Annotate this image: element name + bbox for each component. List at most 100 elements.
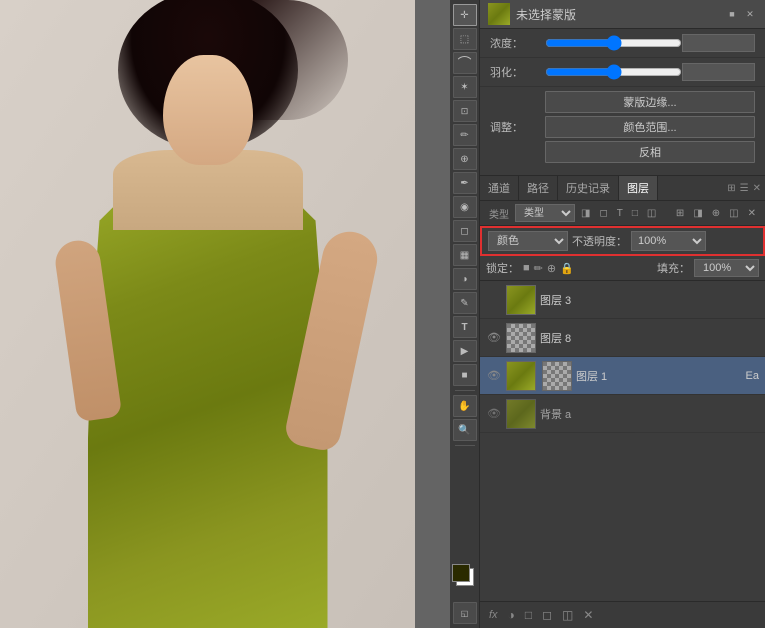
layer-bottom-adjust[interactable]: □ — [522, 606, 535, 624]
foreground-color-swatch[interactable] — [452, 564, 470, 582]
layer-eye-3[interactable]: 👁 — [486, 292, 502, 308]
lock-icon-checker[interactable]: ■ — [523, 262, 530, 274]
adjust-buttons: 蒙版边缘... 颜色范围... 反相 — [545, 91, 755, 163]
layer-eye-1[interactable]: 👁 — [486, 368, 502, 384]
tab-channels[interactable]: 通道 — [480, 176, 519, 200]
layer-bottom-fx[interactable]: fx — [486, 607, 501, 623]
filter-icon-shape[interactable]: □ — [629, 207, 641, 220]
tool-crop[interactable]: ⊡ — [453, 100, 477, 122]
layer-thumb-1b — [542, 361, 572, 391]
layer-thumb-1 — [506, 361, 536, 391]
tool-move[interactable]: ✛ — [453, 4, 477, 26]
properties-section: 未选择蒙版 ■ ✕ 浓度： 羽化： 调整： 蒙版边缘... 颜色范围... — [480, 0, 765, 167]
feather-input[interactable] — [682, 63, 755, 81]
layer-item-8[interactable]: 👁 图层 8 — [480, 319, 765, 357]
tool-pen[interactable]: ✎ — [453, 292, 477, 314]
layer-thumb-transparent-1b — [543, 362, 571, 390]
lock-label: 锁定： — [486, 260, 519, 276]
spacer — [480, 167, 765, 175]
invert-button[interactable]: 反相 — [545, 141, 755, 163]
filter-icon-smart[interactable]: ◫ — [644, 207, 659, 220]
layer-name-3: 图层 3 — [540, 292, 759, 308]
tool-marquee[interactable]: ⬚ — [453, 28, 477, 50]
lock-icon-brush[interactable]: ✏ — [534, 262, 543, 275]
layer-bottom-mask[interactable]: ◑ — [505, 606, 518, 624]
layer-name-bg: 背景 a — [540, 406, 759, 422]
tool-gradient[interactable]: ▦ — [453, 244, 477, 266]
tool-eyedropper[interactable]: ✏ — [453, 124, 477, 146]
prop-header-title: 未选择蒙版 — [488, 3, 576, 25]
mask-edge-button[interactable]: 蒙版边缘... — [545, 91, 755, 113]
left-toolbar: ✛ ⬚ ⌒ ✶ ⊡ ✏ ⊕ ✒ ◉ ◻ ▦ ◑ ✎ T ▶ ■ ✋ 🔍 ◱ — [450, 0, 480, 628]
layer-top-icon-delete[interactable]: ✕ — [745, 207, 759, 220]
opacity-label: 不透明度： — [572, 233, 627, 249]
fill-label: 填充： — [657, 260, 690, 276]
layer-top-icon-4[interactable]: ◫ — [726, 207, 741, 220]
lock-icon-move[interactable]: ⊕ — [547, 262, 556, 275]
concentration-input[interactable] — [682, 34, 755, 52]
prop-header-icons: ■ ✕ — [725, 7, 757, 21]
filter-icon-pixel[interactable]: ◨ — [578, 207, 593, 220]
layer-extra-text: Ea — [746, 370, 759, 382]
tool-type[interactable]: T — [453, 316, 477, 338]
tool-path-select[interactable]: ▶ — [453, 340, 477, 362]
tool-lasso[interactable]: ⌒ — [453, 52, 477, 74]
tool-brush[interactable]: ✒ — [453, 172, 477, 194]
layer-top-icon-3[interactable]: ⊕ — [709, 207, 723, 220]
tool-quickmask[interactable]: ◱ — [453, 602, 477, 624]
layer-thumb-bg — [506, 399, 536, 429]
tab-icon-close[interactable]: ✕ — [753, 183, 761, 194]
color-range-button[interactable]: 颜色范围... — [545, 116, 755, 138]
layer-bottom-delete[interactable]: ✕ — [580, 606, 596, 624]
tool-stamp[interactable]: ◉ — [453, 196, 477, 218]
layer-name-1: 图层 1 — [576, 368, 742, 384]
layer-bottom-new[interactable]: ◫ — [559, 606, 576, 624]
tab-icon-menu[interactable]: ☰ — [740, 183, 749, 194]
fill-select[interactable]: 100% — [694, 259, 759, 277]
lock-icon-all[interactable]: 🔒 — [560, 262, 574, 275]
tool-dodge[interactable]: ◑ — [453, 268, 477, 290]
layer-thumb-bg-dress — [507, 400, 535, 428]
blend-mode-select[interactable]: 颜色 — [488, 231, 568, 251]
layers-filter-bar: 类型 类型 ◨ ◻ T □ ◫ ⊞ ◨ ⊕ ◫ ✕ — [480, 201, 765, 226]
tab-layers[interactable]: 图层 — [619, 176, 658, 200]
tool-zoom[interactable]: 🔍 — [453, 419, 477, 441]
opacity-select[interactable]: 100% — [631, 231, 706, 251]
toolbar-divider — [455, 390, 475, 391]
layers-top-right-icons: ⊞ ◨ ⊕ ◫ ✕ — [673, 207, 759, 220]
layer-item-3[interactable]: 👁 图层 3 — [480, 281, 765, 319]
prop-icon-close[interactable]: ✕ — [743, 7, 757, 21]
tool-heal[interactable]: ⊕ — [453, 148, 477, 170]
layer-item-1[interactable]: 👁 图层 1 Ea — [480, 357, 765, 395]
filter-type-select[interactable]: 类型 — [515, 204, 575, 222]
tool-hand[interactable]: ✋ — [453, 395, 477, 417]
layer-top-icon-1[interactable]: ⊞ — [673, 207, 687, 220]
filter-icon-type[interactable]: T — [614, 207, 626, 220]
layer-eye-8[interactable]: 👁 — [486, 330, 502, 346]
filter-icon-adjust[interactable]: ◻ — [596, 207, 610, 220]
tabs-row: 通道 路径 历史记录 图层 ⊞ ☰ ✕ — [480, 175, 765, 201]
feather-row: 羽化： — [480, 58, 765, 87]
tool-eraser[interactable]: ◻ — [453, 220, 477, 242]
tool-magic-wand[interactable]: ✶ — [453, 76, 477, 98]
layers-list: 👁 图层 3 👁 图层 8 👁 图层 1 Ea — [480, 281, 765, 601]
layer-bottom-group[interactable]: ◻ — [539, 606, 555, 624]
layer-thumb-combined-left — [507, 362, 535, 390]
feather-slider[interactable] — [545, 65, 682, 79]
layer-eye-bg[interactable]: 👁 — [486, 406, 502, 422]
tab-history[interactable]: 历史记录 — [558, 176, 619, 200]
layer-item-bg[interactable]: 👁 背景 a — [480, 395, 765, 433]
prop-title: 未选择蒙版 — [516, 6, 576, 23]
right-panel: 未选择蒙版 ■ ✕ 浓度： 羽化： 调整： 蒙版边缘... 颜色范围... — [480, 0, 765, 628]
layer-name-8: 图层 8 — [540, 330, 759, 346]
prop-icon-square[interactable]: ■ — [725, 7, 739, 21]
feather-label: 羽化： — [490, 64, 545, 80]
tool-shape[interactable]: ■ — [453, 364, 477, 386]
tab-icon-grid[interactable]: ⊞ — [727, 183, 735, 194]
filter-type-label: 类型 — [486, 205, 512, 222]
concentration-slider[interactable] — [545, 36, 682, 50]
concentration-label: 浓度： — [490, 35, 545, 51]
tab-paths[interactable]: 路径 — [519, 176, 558, 200]
blend-opacity-row: 颜色 不透明度： 100% — [480, 226, 765, 256]
layer-top-icon-2[interactable]: ◨ — [690, 207, 705, 220]
